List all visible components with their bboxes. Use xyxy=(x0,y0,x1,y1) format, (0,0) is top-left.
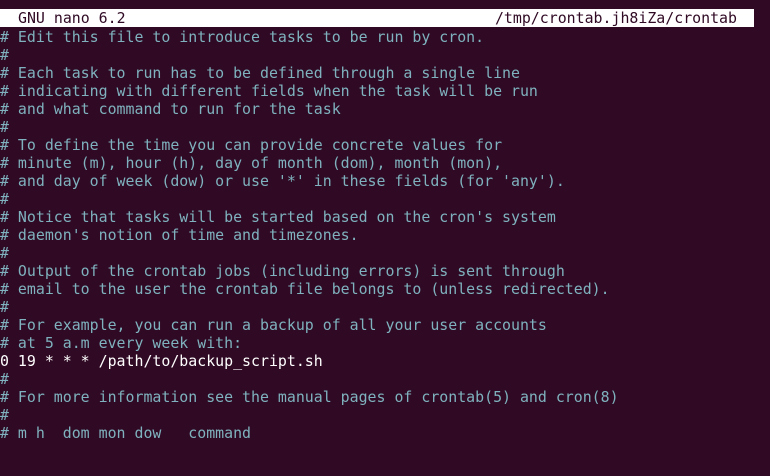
editor-line[interactable]: # m h dom mon dow command xyxy=(0,424,770,442)
editor-line[interactable]: # xyxy=(0,298,770,316)
editor-line[interactable]: # at 5 a.m every week with: xyxy=(0,334,770,352)
editor-line[interactable]: # xyxy=(0,190,770,208)
terminal-window[interactable]: GNU nano 6.2 /tmp/crontab.jh8iZa/crontab… xyxy=(0,0,770,476)
editor-line[interactable]: # For more information see the manual pa… xyxy=(0,388,770,406)
editor-line[interactable]: # To define the time you can provide con… xyxy=(0,136,770,154)
editor-line[interactable]: # xyxy=(0,370,770,388)
editor-line[interactable]: # xyxy=(0,406,770,424)
editor-line[interactable]: # Edit this file to introduce tasks to b… xyxy=(0,28,770,46)
editor-line[interactable]: # Each task to run has to be defined thr… xyxy=(0,64,770,82)
editor-line[interactable]: # indicating with different fields when … xyxy=(0,82,770,100)
nano-title-bar: GNU nano 6.2 /tmp/crontab.jh8iZa/crontab xyxy=(0,9,754,27)
editor-line[interactable]: # email to the user the crontab file bel… xyxy=(0,280,770,298)
editor-line[interactable]: # and day of week (dow) or use '*' in th… xyxy=(0,172,770,190)
editor-line[interactable]: # daemon's notion of time and timezones. xyxy=(0,226,770,244)
editor-line[interactable]: # xyxy=(0,46,770,64)
editor-line[interactable]: # xyxy=(0,118,770,136)
editor-line[interactable]: # and what command to run for the task xyxy=(0,100,770,118)
editor-line[interactable]: # Output of the crontab jobs (including … xyxy=(0,262,770,280)
editor-text-area[interactable]: # Edit this file to introduce tasks to b… xyxy=(0,28,770,442)
cron-job-line[interactable]: 0 19 * * * /path/to/backup_script.sh xyxy=(0,352,770,370)
editor-line[interactable]: # minute (m), hour (h), day of month (do… xyxy=(0,154,770,172)
editor-line[interactable]: # For example, you can run a backup of a… xyxy=(0,316,770,334)
editor-line[interactable]: # Notice that tasks will be started base… xyxy=(0,208,770,226)
file-path: /tmp/crontab.jh8iZa/crontab xyxy=(494,9,737,27)
editor-line[interactable]: # xyxy=(0,244,770,262)
editor-name: GNU nano 6.2 xyxy=(18,9,126,27)
